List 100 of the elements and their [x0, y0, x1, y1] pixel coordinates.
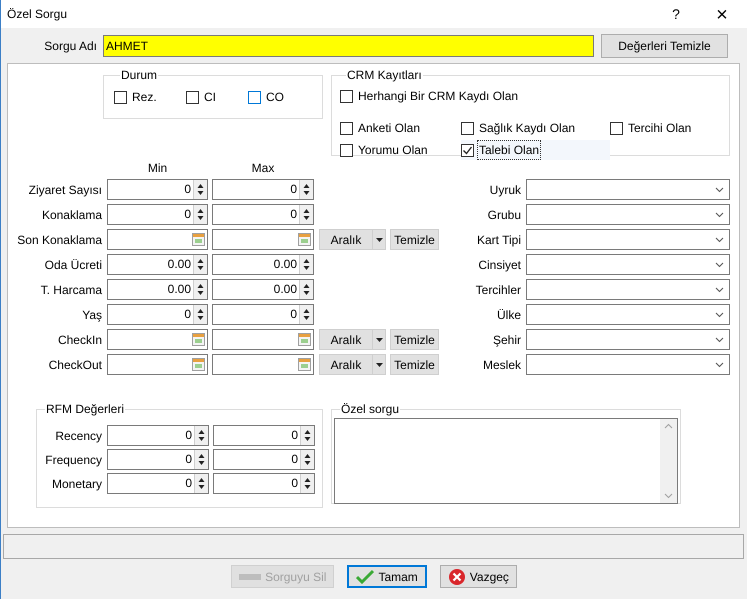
- column-header: Max: [250, 160, 276, 177]
- ok-button[interactable]: Tamam: [347, 565, 427, 588]
- number-field[interactable]: 0: [107, 449, 209, 470]
- date-field[interactable]: [212, 229, 314, 250]
- checkbox[interactable]: Tercihi Olan: [610, 118, 720, 138]
- text-field[interactable]: AHMET: [103, 34, 594, 56]
- number-field[interactable]: 0: [107, 304, 208, 325]
- range-button[interactable]: Aralık: [319, 354, 373, 375]
- number-field[interactable]: 0: [213, 473, 315, 494]
- checkbox[interactable]: CO: [248, 87, 308, 107]
- field-label: Ziyaret Sayısı: [28, 182, 102, 198]
- field-label: Monetary: [50, 476, 102, 492]
- spinner-button[interactable]: [300, 474, 314, 493]
- dropdown[interactable]: [526, 204, 730, 225]
- spinner-button[interactable]: [193, 205, 207, 224]
- spinner-button[interactable]: [193, 180, 207, 199]
- spinner-button[interactable]: [194, 450, 208, 469]
- group-title: RFM Değerleri: [45, 401, 126, 418]
- up-down-arrows-icon: [302, 282, 311, 297]
- range-button[interactable]: Aralık: [319, 329, 373, 350]
- field-label: Meslek: [482, 356, 521, 374]
- dropdown[interactable]: [526, 354, 730, 375]
- dropdown[interactable]: [526, 304, 730, 325]
- field-value: 0.00: [272, 281, 298, 298]
- dropdown[interactable]: [526, 329, 730, 350]
- number-field[interactable]: 0.00: [107, 254, 208, 275]
- number-field[interactable]: 0: [212, 179, 314, 200]
- up-down-arrows-icon: [196, 182, 205, 197]
- checkbox[interactable]: Yorumu Olan: [340, 140, 461, 160]
- up-down-arrows-icon: [302, 207, 311, 222]
- number-field[interactable]: 0: [107, 179, 208, 200]
- group-title: Özel sorgu: [340, 401, 400, 418]
- chevron-down-icon: [715, 362, 724, 368]
- dropdown-button[interactable]: [373, 329, 386, 350]
- field-label: Sorgu Adı: [43, 38, 97, 54]
- field-value: 0: [290, 427, 299, 444]
- dropdown[interactable]: [526, 179, 730, 200]
- number-field[interactable]: 0: [107, 473, 209, 494]
- help-button[interactable]: ?: [653, 0, 699, 28]
- spinner-button[interactable]: [193, 280, 207, 299]
- checkbox[interactable]: CI: [186, 87, 248, 107]
- spinner-button[interactable]: [299, 280, 313, 299]
- number-field[interactable]: 0.00: [212, 254, 314, 275]
- clear-button[interactable]: Temizle: [390, 354, 439, 375]
- close-button[interactable]: ×: [699, 0, 745, 28]
- number-field[interactable]: 0.00: [107, 279, 208, 300]
- field-value: 0: [289, 181, 298, 198]
- date-field[interactable]: [107, 229, 208, 250]
- chevron-down-icon: [715, 312, 724, 318]
- checkbox[interactable]: Sağlık Kaydı Olan: [461, 118, 610, 138]
- field-label: Ülke: [496, 306, 521, 324]
- group-title: Durum: [120, 67, 158, 84]
- spinner-button[interactable]: [299, 255, 313, 274]
- clear-values-button[interactable]: Değerleri Temizle: [601, 34, 728, 58]
- date-field[interactable]: [107, 354, 208, 375]
- number-field[interactable]: 0.00: [212, 279, 314, 300]
- spinner-button[interactable]: [194, 426, 208, 445]
- date-field[interactable]: [107, 329, 208, 350]
- spinner-button[interactable]: [300, 426, 314, 445]
- up-down-arrows-icon: [196, 257, 205, 272]
- checkbox[interactable]: Talebi Olan: [461, 140, 610, 160]
- number-field[interactable]: 0: [213, 425, 315, 446]
- date-field[interactable]: [212, 329, 314, 350]
- field-label: Yaş: [81, 306, 102, 324]
- cancel-button[interactable]: Vazgeç: [440, 565, 517, 588]
- dropdown-button[interactable]: [373, 229, 386, 250]
- field-label: CheckIn: [56, 332, 102, 348]
- spinner-button[interactable]: [299, 305, 313, 324]
- spinner-button[interactable]: [193, 305, 207, 324]
- spinner-button[interactable]: [300, 450, 314, 469]
- field-value: 0: [290, 475, 299, 492]
- spinner-button[interactable]: [194, 474, 208, 493]
- clear-button[interactable]: Temizle: [390, 229, 439, 250]
- clear-button[interactable]: Temizle: [390, 329, 439, 350]
- field-label: Frequency: [44, 452, 102, 468]
- number-field[interactable]: 0: [107, 204, 208, 225]
- number-field[interactable]: 0: [213, 449, 315, 470]
- spinner-button[interactable]: [299, 180, 313, 199]
- chevron-down-icon: [715, 212, 724, 218]
- number-field[interactable]: 0: [212, 304, 314, 325]
- chevron-down-icon: [664, 493, 673, 499]
- field-value: 0.00: [166, 281, 192, 298]
- dropdown[interactable]: [526, 279, 730, 300]
- number-field[interactable]: 0: [212, 204, 314, 225]
- number-field[interactable]: 0: [107, 425, 209, 446]
- spinner-button[interactable]: [299, 205, 313, 224]
- scrollbar[interactable]: [660, 419, 677, 503]
- dropdown[interactable]: [526, 254, 730, 275]
- field-value: 0: [184, 451, 193, 468]
- checkbox[interactable]: Rez.: [114, 87, 186, 107]
- text-area[interactable]: [334, 418, 678, 504]
- checkbox[interactable]: Herhangi Bir CRM Kaydı Olan: [340, 86, 721, 106]
- minus-icon: [239, 574, 262, 580]
- up-down-arrows-icon: [197, 428, 206, 443]
- dropdown[interactable]: [526, 229, 730, 250]
- range-button[interactable]: Aralık: [319, 229, 373, 250]
- checkbox[interactable]: Anketi Olan: [340, 118, 461, 138]
- spinner-button[interactable]: [193, 255, 207, 274]
- date-field[interactable]: [212, 354, 314, 375]
- dropdown-button[interactable]: [373, 354, 386, 375]
